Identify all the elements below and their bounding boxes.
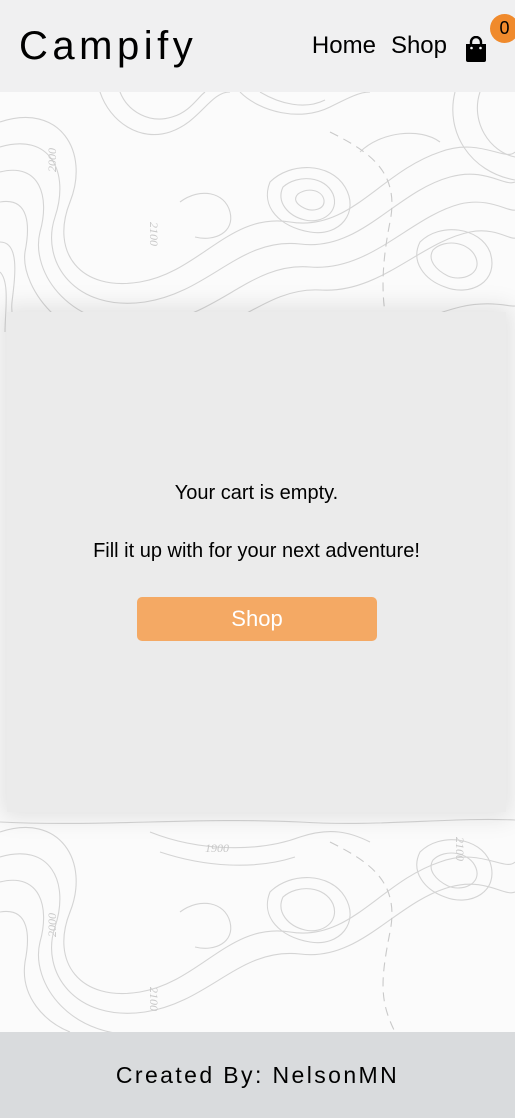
contour-label: 2100 [147, 222, 161, 246]
cart-count-badge: 0 [490, 14, 515, 43]
contour-label: 2000 [45, 913, 59, 937]
nav-home-link[interactable]: Home [312, 32, 376, 60]
contour-label: 2100 [147, 987, 161, 1011]
brand-logo[interactable]: Campify [19, 24, 197, 69]
shop-button[interactable]: Shop [137, 597, 377, 641]
site-footer: Created By: NelsonMN [0, 1032, 515, 1118]
shopping-bag-icon [466, 36, 486, 62]
site-header: Campify Home Shop 0 [0, 0, 515, 92]
empty-cart-card: Your cart is empty. Fill it up with for … [7, 312, 506, 812]
contour-label: 2000 [45, 148, 59, 172]
empty-cart-prompt: Fill it up with for your next adventure! [93, 540, 420, 562]
contour-label: 2100 [453, 837, 467, 861]
main-nav: Home Shop 0 [312, 14, 515, 62]
contour-label: 1900 [205, 841, 229, 855]
empty-cart-message: Your cart is empty. [174, 482, 339, 504]
footer-credit: Created By: NelsonMN [115, 1061, 400, 1088]
nav-shop-link[interactable]: Shop [391, 32, 447, 60]
cart-button[interactable]: 0 [465, 14, 515, 62]
